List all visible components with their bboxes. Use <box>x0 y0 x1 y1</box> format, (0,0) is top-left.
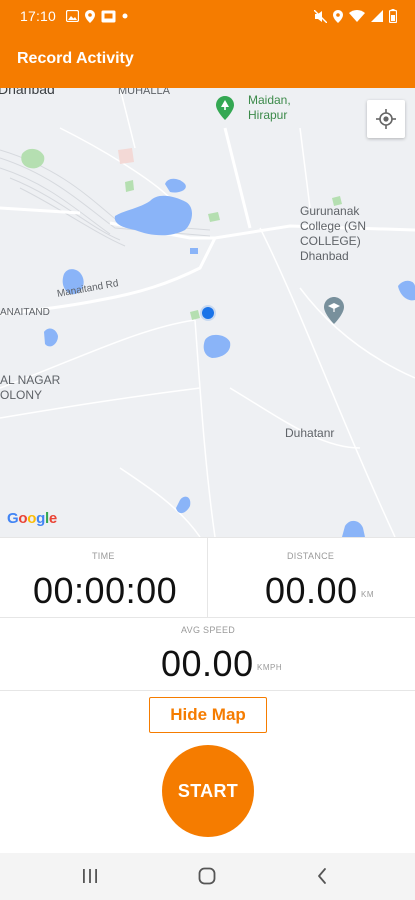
location-icon <box>85 9 95 23</box>
distance-value: 00.00 <box>265 570 358 611</box>
my-location-icon <box>376 109 396 129</box>
map-label-nagar-2: OLONY <box>0 388 43 402</box>
battery-icon <box>389 9 397 23</box>
college-marker-icon <box>324 297 344 324</box>
map-label-gurunanak-2: College (GN <box>300 219 367 233</box>
current-location-dot <box>202 307 214 319</box>
signal-icon <box>371 10 383 22</box>
google-logo-o1: o <box>18 510 28 527</box>
map-label-muhalla: MUHALLA <box>118 88 170 97</box>
avg-speed-label: AVG SPEED <box>181 625 236 635</box>
app-title: Record Activity <box>17 50 134 67</box>
dot-icon <box>122 13 128 19</box>
my-location-button[interactable] <box>367 100 405 138</box>
map-view[interactable]: Dhanbad MUHALLA Maidan, Hirapur Gurunana… <box>0 88 415 537</box>
image-icon <box>66 10 79 22</box>
app-bar: Record Activity <box>0 33 415 88</box>
recents-icon <box>83 869 97 883</box>
system-nav-bar <box>0 853 415 900</box>
stats-bottom-divider <box>0 690 415 691</box>
status-bar: 17:10 <box>0 0 415 33</box>
stats-panel: TIME 00:00:00 DISTANCE 00.00 KM AVG SPEE… <box>0 537 415 691</box>
distance-label: DISTANCE <box>287 551 335 561</box>
map-label-gurunanak-3: COLLEGE) <box>300 234 361 248</box>
status-time: 17:10 <box>20 8 57 24</box>
google-logo-e: e <box>48 510 57 527</box>
park-marker-icon <box>216 96 234 120</box>
avg-speed-value: 00.00 <box>161 643 254 684</box>
back-button[interactable] <box>310 865 334 887</box>
google-logo-g: G <box>7 510 19 527</box>
avg-speed-unit: KMPH <box>257 663 283 672</box>
status-left-icons <box>66 8 128 24</box>
back-icon <box>318 868 326 884</box>
map-label-gurunanak-1: Gurunanak <box>300 204 360 218</box>
google-logo-o2: o <box>27 510 37 527</box>
recents-button[interactable] <box>78 865 102 887</box>
stats-middle-divider <box>0 617 415 618</box>
start-button[interactable]: START <box>162 745 254 837</box>
screen-icon <box>101 10 116 22</box>
google-logo-g2: g <box>36 510 45 527</box>
home-button[interactable] <box>195 865 219 887</box>
distance-unit: KM <box>361 590 374 599</box>
mute-icon <box>314 9 327 23</box>
map-label-nagar-1: AL NAGAR <box>0 373 61 387</box>
hide-map-button[interactable]: Hide Map <box>149 697 267 733</box>
time-value: 00:00:00 <box>33 570 178 611</box>
map-label-anaitand: ANAITAND <box>0 307 50 318</box>
map-label-dhanbad: Dhanbad <box>0 88 55 97</box>
stats-vertical-divider <box>207 537 208 617</box>
location-icon <box>333 9 343 23</box>
map-label-duhatanr: Duhatanr <box>285 426 335 440</box>
status-right-icons <box>314 8 397 24</box>
map-label-maidan-2: Hirapur <box>248 108 288 122</box>
google-logo: Google <box>7 510 57 527</box>
home-icon <box>198 867 216 885</box>
map-label-gurunanak-4: Dhanbad <box>300 249 349 263</box>
wifi-icon <box>349 10 365 22</box>
map-label-maidan-1: Maidan, <box>248 93 291 107</box>
time-label: TIME <box>92 551 115 561</box>
